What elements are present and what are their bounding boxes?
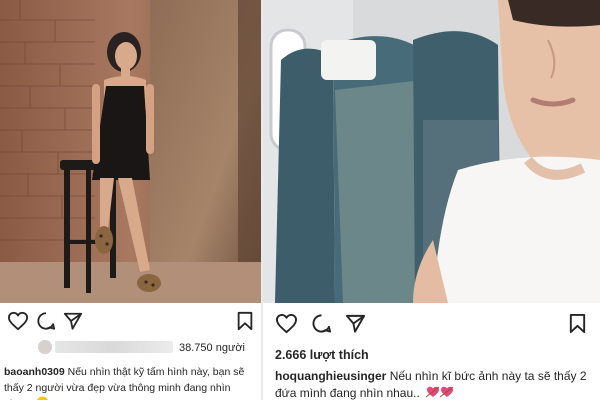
heart-arrow-emoji-icon bbox=[426, 386, 454, 398]
blurred-liker-names bbox=[55, 341, 174, 353]
left-action-bar bbox=[0, 311, 261, 337]
smile-emoji-icon bbox=[37, 396, 49, 400]
left-post-photo bbox=[0, 0, 261, 303]
left-likes-line[interactable]: 38.750 người bbox=[37, 340, 245, 354]
share-icon[interactable] bbox=[345, 313, 366, 334]
right-likes-count[interactable]: 2.666 lượt thích bbox=[275, 348, 369, 362]
right-username[interactable]: hoquanghieusinger bbox=[275, 369, 386, 383]
right-post-photo bbox=[263, 0, 600, 303]
left-caption: baoanh0309 Nếu nhìn thật kỹ tấm hình này… bbox=[4, 364, 258, 400]
blurred-avatar bbox=[37, 340, 52, 354]
bookmark-icon[interactable] bbox=[236, 311, 254, 331]
heart-icon[interactable] bbox=[275, 313, 298, 334]
left-post: 38.750 người baoanh0309 Nếu nhìn thật kỹ… bbox=[0, 0, 261, 400]
right-caption: hoquanghieusinger Nếu nhìn kĩ bức ảnh nà… bbox=[275, 368, 595, 400]
bookmark-icon[interactable] bbox=[568, 313, 587, 334]
right-post-image bbox=[263, 0, 600, 303]
right-action-bar bbox=[263, 313, 600, 339]
left-username[interactable]: baoanh0309 bbox=[4, 366, 65, 378]
left-likes-count: 38.750 bbox=[179, 342, 213, 354]
left-likes-suffix: người bbox=[215, 342, 245, 354]
share-icon[interactable] bbox=[63, 311, 83, 331]
comment-icon[interactable] bbox=[311, 313, 332, 334]
right-post: 2.666 lượt thích hoquanghieusinger Nếu n… bbox=[263, 0, 600, 400]
comment-icon[interactable] bbox=[36, 311, 56, 331]
heart-icon[interactable] bbox=[7, 311, 29, 331]
left-post-image bbox=[0, 0, 261, 303]
